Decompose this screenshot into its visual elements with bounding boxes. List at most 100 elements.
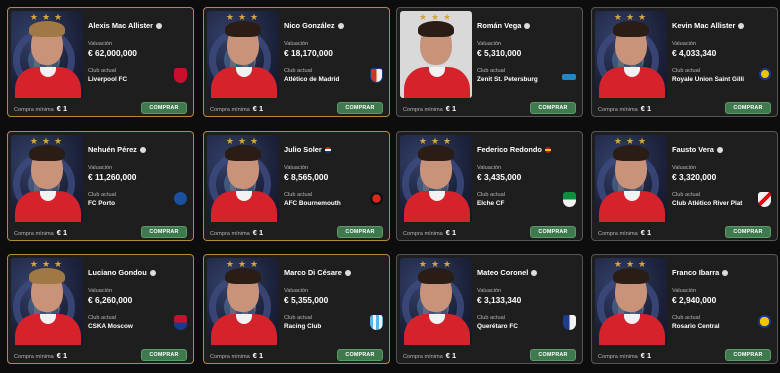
- player-name: Federico Redondo: [477, 145, 581, 154]
- valuation-label: Valuación: [88, 165, 113, 171]
- player-value: € 8,565,000: [284, 172, 329, 182]
- club-crest-icon: [370, 192, 383, 205]
- player-name: Alexis Mac Allister: [88, 21, 192, 30]
- club-label: Club actual: [672, 315, 700, 321]
- min-purchase: Compra mínima € 1: [14, 228, 68, 237]
- player-card[interactable]: ★★★ Marco Di Césare Valuación € 5,355,00…: [203, 254, 390, 364]
- min-purchase: Compra mínima € 1: [403, 351, 457, 360]
- club-name: Atlético de Madrid: [284, 76, 340, 83]
- paraguay-flag-icon: [324, 146, 331, 153]
- player-photo: ★★★: [595, 135, 667, 222]
- player-value: € 5,310,000: [477, 48, 522, 58]
- buy-button[interactable]: COMPRAR: [141, 226, 187, 238]
- min-purchase: Compra mínima € 1: [598, 228, 652, 237]
- min-purchase: Compra mínima € 1: [210, 104, 264, 113]
- valuation-label: Valuación: [284, 288, 309, 294]
- player-photo: ★★★: [11, 258, 83, 345]
- player-value: € 4,033,340: [672, 48, 717, 58]
- club-name: Club Atlético River Plat: [672, 200, 743, 207]
- player-card[interactable]: ★★★ Franco Ibarra Valuación € 2,940,000 …: [591, 254, 778, 364]
- valuation-label: Valuación: [477, 41, 502, 47]
- buy-button[interactable]: COMPRAR: [530, 226, 576, 238]
- player-card[interactable]: ★★★ Fausto Vera Valuación € 3,320,000 Cl…: [591, 131, 778, 241]
- buy-button[interactable]: COMPRAR: [337, 349, 383, 361]
- valuation-label: Valuación: [284, 165, 309, 171]
- club-name: Liverpool FC: [88, 76, 128, 83]
- buy-button[interactable]: COMPRAR: [725, 226, 771, 238]
- club-crest-icon: [562, 74, 576, 80]
- player-card[interactable]: ★★★ Nico González Valuación € 18,170,000…: [203, 7, 390, 117]
- player-name: Nehuén Pérez: [88, 145, 192, 154]
- player-card[interactable]: ★★★ Luciano Gondou Valuación € 6,260,000…: [7, 254, 194, 364]
- info-icon: [156, 22, 163, 29]
- valuation-label: Valuación: [672, 288, 697, 294]
- club-crest-icon: [759, 68, 771, 80]
- club-crest-icon: [563, 315, 576, 330]
- club-label: Club actual: [284, 315, 312, 321]
- player-value: € 3,435,000: [477, 172, 522, 182]
- player-card[interactable]: ★★★ Nehuén Pérez Valuación € 11,260,000 …: [7, 131, 194, 241]
- club-label: Club actual: [88, 192, 116, 198]
- club-name: Zenit St. Petersburg: [477, 76, 538, 83]
- player-name: Mateo Coronel: [477, 268, 581, 277]
- club-name: FC Porto: [88, 200, 115, 207]
- min-purchase: Compra mínima € 1: [403, 104, 457, 113]
- player-card[interactable]: ★★★ Kevin Mac Allister Valuación € 4,033…: [591, 7, 778, 117]
- club-crest-icon: [758, 315, 771, 328]
- buy-button[interactable]: COMPRAR: [337, 226, 383, 238]
- club-label: Club actual: [477, 315, 505, 321]
- info-icon: [337, 22, 344, 29]
- player-card[interactable]: ★★★ Román Vega Valuación € 5,310,000 Clu…: [396, 7, 583, 117]
- player-value: € 3,133,340: [477, 295, 522, 305]
- club-crest-icon: [370, 68, 383, 83]
- club-label: Club actual: [284, 68, 312, 74]
- club-label: Club actual: [672, 192, 700, 198]
- player-name: Kevin Mac Allister: [672, 21, 776, 30]
- info-icon: [531, 269, 538, 276]
- info-icon: [524, 22, 531, 29]
- min-purchase: Compra mínima € 1: [598, 104, 652, 113]
- player-name: Julio Soler: [284, 145, 388, 154]
- player-value: € 6,260,000: [88, 295, 133, 305]
- player-card[interactable]: ★★★ Federico Redondo Valuación € 3,435,0…: [396, 131, 583, 241]
- player-name: Franco Ibarra: [672, 268, 776, 277]
- buy-button[interactable]: COMPRAR: [725, 102, 771, 114]
- info-icon: [344, 269, 351, 276]
- min-purchase: Compra mínima € 1: [210, 228, 264, 237]
- buy-button[interactable]: COMPRAR: [141, 102, 187, 114]
- club-crest-icon: [174, 315, 187, 330]
- player-photo: ★★★: [207, 135, 279, 222]
- player-name: Marco Di Césare: [284, 268, 388, 277]
- buy-button[interactable]: COMPRAR: [530, 349, 576, 361]
- player-card[interactable]: ★★★ Julio Soler Valuación € 8,565,000 Cl…: [203, 131, 390, 241]
- club-label: Club actual: [477, 68, 505, 74]
- player-value: € 2,940,000: [672, 295, 717, 305]
- info-icon: [716, 146, 723, 153]
- spain-flag-icon: [544, 146, 551, 153]
- club-name: Royale Union Saint Gilli: [672, 76, 745, 83]
- club-label: Club actual: [284, 192, 312, 198]
- valuation-label: Valuación: [88, 288, 113, 294]
- info-icon: [139, 146, 146, 153]
- player-card[interactable]: ★★★ Mateo Coronel Valuación € 3,133,340 …: [396, 254, 583, 364]
- player-photo: ★★★: [400, 258, 472, 345]
- buy-button[interactable]: COMPRAR: [530, 102, 576, 114]
- valuation-label: Valuación: [284, 41, 309, 47]
- player-value: € 3,320,000: [672, 172, 717, 182]
- buy-button[interactable]: COMPRAR: [725, 349, 771, 361]
- min-purchase: Compra mínima € 1: [14, 351, 68, 360]
- club-crest-icon: [174, 68, 187, 83]
- player-grid: ★★★ Alexis Mac Allister Valuación € 62,0…: [0, 0, 780, 373]
- min-purchase: Compra mínima € 1: [14, 104, 68, 113]
- club-crest-icon: [758, 192, 771, 207]
- player-name: Luciano Gondou: [88, 268, 192, 277]
- club-crest-icon: [370, 315, 383, 330]
- club-label: Club actual: [672, 68, 700, 74]
- player-photo: ★★★: [207, 11, 279, 98]
- player-photo: ★★★: [11, 135, 83, 222]
- valuation-label: Valuación: [477, 288, 502, 294]
- player-value: € 5,355,000: [284, 295, 329, 305]
- buy-button[interactable]: COMPRAR: [337, 102, 383, 114]
- player-card[interactable]: ★★★ Alexis Mac Allister Valuación € 62,0…: [7, 7, 194, 117]
- buy-button[interactable]: COMPRAR: [141, 349, 187, 361]
